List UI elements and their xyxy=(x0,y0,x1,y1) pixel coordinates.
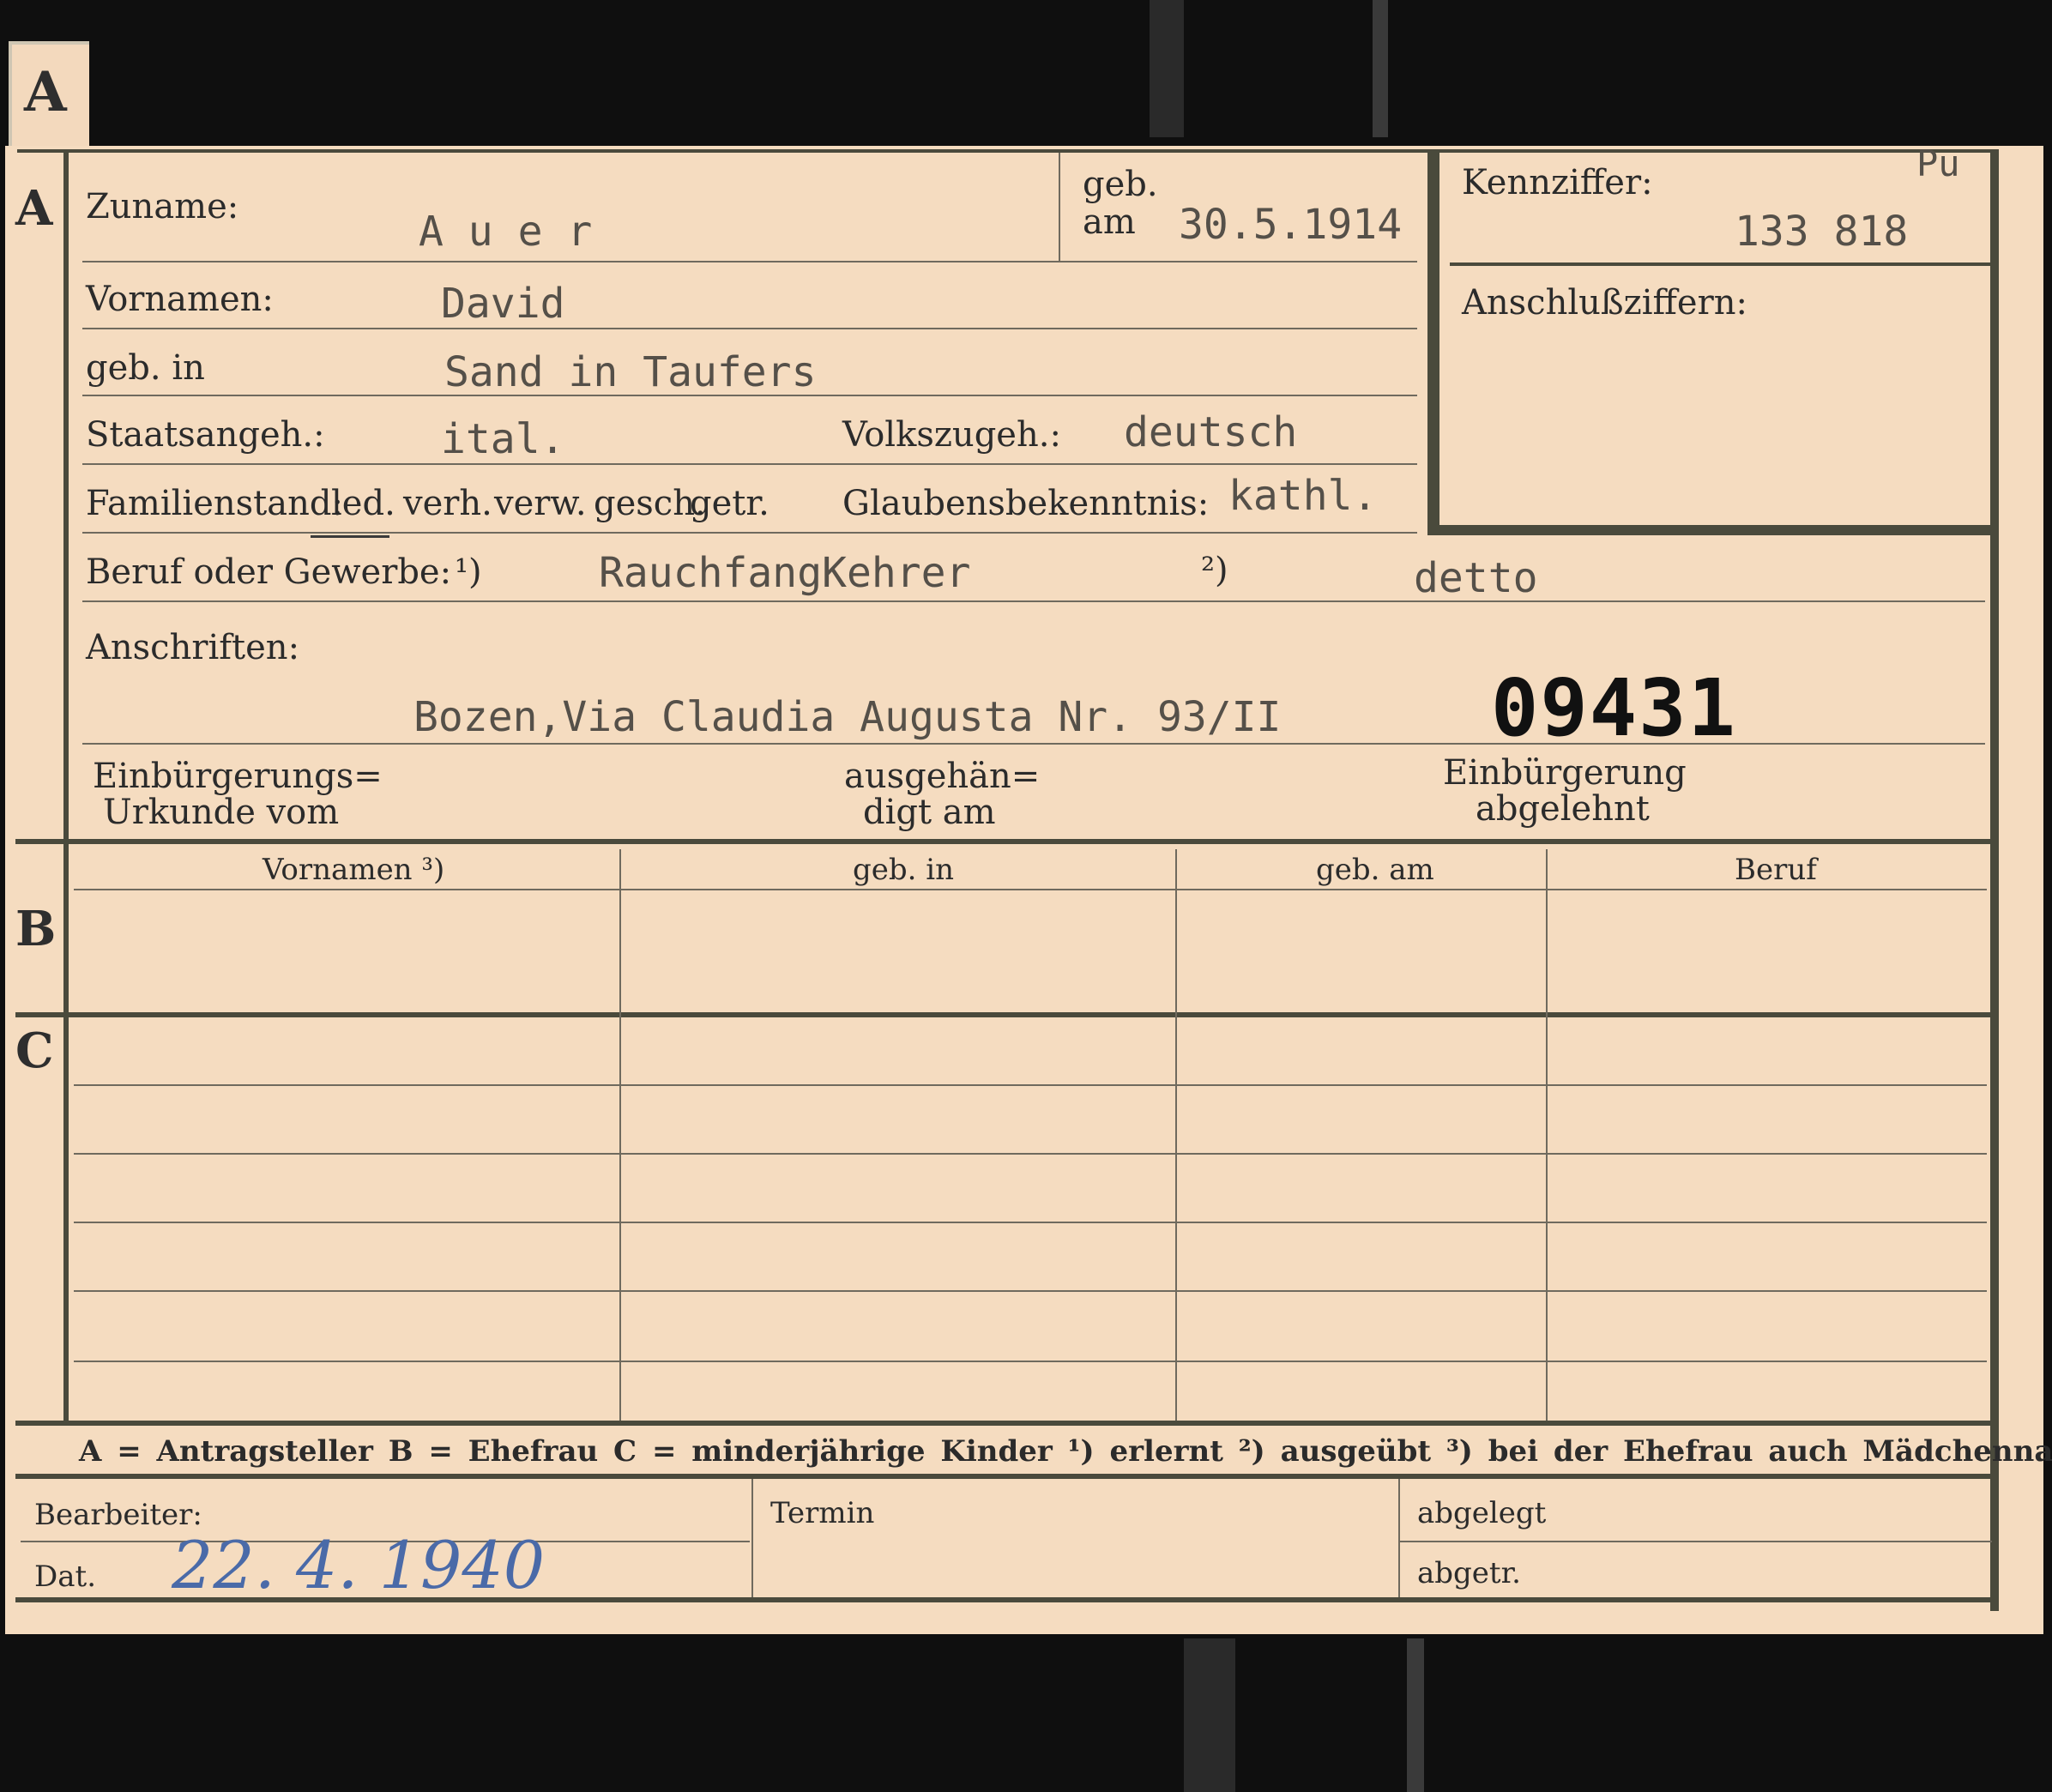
legend-text: A = Antragsteller B = Ehefrau C = minder… xyxy=(79,1434,2052,1469)
kennziffer-value: 133 818 xyxy=(1735,208,1909,256)
volk-value: deutsch xyxy=(1124,408,1298,456)
staat-value: ital. xyxy=(441,415,565,463)
header-beruf: Beruf xyxy=(1735,853,1817,887)
abgelehnt-label-2: abgelehnt xyxy=(1476,789,1650,829)
line-vornamen xyxy=(82,328,1417,329)
table-col-divider xyxy=(619,849,621,1421)
bottom-divider xyxy=(751,1479,753,1597)
abgelegt-label: abgelegt xyxy=(1417,1496,1547,1530)
header-vornamen: Vornamen ³) xyxy=(263,853,445,887)
geb-divider xyxy=(1059,153,1060,261)
kennziffer-box-bottom xyxy=(1427,525,1999,535)
top-rule xyxy=(17,149,1999,153)
ausg-label-2: digt am xyxy=(863,793,996,832)
film-stripe xyxy=(1184,1638,1235,1792)
familien-ledig: led. xyxy=(331,484,395,523)
termin-label: Termin xyxy=(770,1496,875,1530)
dat-label: Dat. xyxy=(34,1560,97,1594)
anschluss-label: Anschlußziffern: xyxy=(1462,283,1747,323)
table-row-line xyxy=(74,1290,1987,1292)
section-b-bottom xyxy=(15,1012,1999,1017)
am-label: am xyxy=(1083,202,1136,242)
beruf-label: Beruf oder Gewerbe: xyxy=(86,552,452,592)
geb-in-value: Sand in Taufers xyxy=(444,348,817,396)
ledig-underline xyxy=(311,535,389,538)
vornamen-value: David xyxy=(441,280,565,328)
beruf-value-2: detto xyxy=(1414,554,1538,602)
right-rule xyxy=(1990,153,1999,1611)
beruf-note-1: ¹) xyxy=(455,552,482,592)
familien-verh: verh. xyxy=(403,484,492,523)
familien-getr: getr. xyxy=(690,484,770,523)
abgelegt-line xyxy=(1400,1541,1992,1542)
film-stripe xyxy=(1150,0,1184,137)
header-geb-am: geb. am xyxy=(1316,853,1434,887)
table-row-line xyxy=(74,1361,1987,1362)
beruf-value: RauchfangKehrer xyxy=(599,549,971,597)
abgelehnt-label-1: Einbürgerung xyxy=(1443,753,1687,793)
section-b-letter: B xyxy=(15,901,57,957)
section-a-letter: A xyxy=(15,180,53,237)
line-zuname xyxy=(82,261,1417,262)
table-col-divider xyxy=(1546,849,1548,1421)
einb-label-2: Urkunde vom xyxy=(103,793,340,832)
kennziffer-mark: Pu xyxy=(1916,142,1960,184)
left-rule xyxy=(63,153,69,1421)
film-stripe xyxy=(1407,1638,1424,1792)
table-row-line xyxy=(74,1153,1987,1155)
zuname-label: Zuname: xyxy=(86,187,239,226)
ausg-label-1: ausgehän= xyxy=(844,757,1041,796)
table-row-line xyxy=(74,1222,1987,1223)
volk-label: Volkszugeh.: xyxy=(842,415,1061,455)
einb-label-1: Einbürgerungs= xyxy=(93,757,383,796)
bottom-divider xyxy=(1398,1479,1400,1597)
film-stripe xyxy=(1373,0,1388,137)
kennziffer-divider xyxy=(1450,262,1990,266)
table-header-line xyxy=(74,889,1987,890)
table-col-divider xyxy=(1175,849,1177,1421)
section-c-letter: C xyxy=(15,1023,54,1079)
zuname-value: A u e r xyxy=(419,208,593,256)
anschriften-label: Anschriften: xyxy=(86,628,300,667)
line-staat xyxy=(82,463,1417,465)
beruf-note-2: ²) xyxy=(1201,551,1228,590)
geb-in-label: geb. in xyxy=(86,348,205,388)
line-familien xyxy=(82,532,1417,534)
line-beruf xyxy=(82,600,1985,602)
anschriften-value: Bozen,Via Claudia Augusta Nr. 93/II xyxy=(413,693,1282,741)
handwritten-date: 22. 4. 1940 xyxy=(172,1527,546,1603)
vornamen-label: Vornamen: xyxy=(86,280,274,319)
familien-label: Familienstand: xyxy=(86,484,343,523)
header-geb-in: geb. in xyxy=(853,853,955,887)
glaube-label: Glaubensbekenntnis: xyxy=(842,484,1210,523)
geb-am-value: 30.5.1914 xyxy=(1179,201,1403,249)
section-a-bottom xyxy=(15,839,1999,844)
tab-letter: A xyxy=(24,60,67,124)
legend-bottom xyxy=(15,1474,1999,1479)
familien-verw: verw. xyxy=(494,484,587,523)
staat-label: Staatsangeh.: xyxy=(86,415,325,455)
kennziffer-label: Kennziffer: xyxy=(1462,163,1653,202)
glaube-value: kathl. xyxy=(1228,472,1378,520)
section-c-bottom xyxy=(15,1421,1999,1426)
abgetr-label: abgetr. xyxy=(1417,1556,1521,1590)
stamp-number: 09431 xyxy=(1491,662,1737,754)
kennziffer-box-left xyxy=(1427,153,1439,535)
table-row-line xyxy=(74,1084,1987,1086)
geb-label: geb. xyxy=(1083,165,1158,204)
